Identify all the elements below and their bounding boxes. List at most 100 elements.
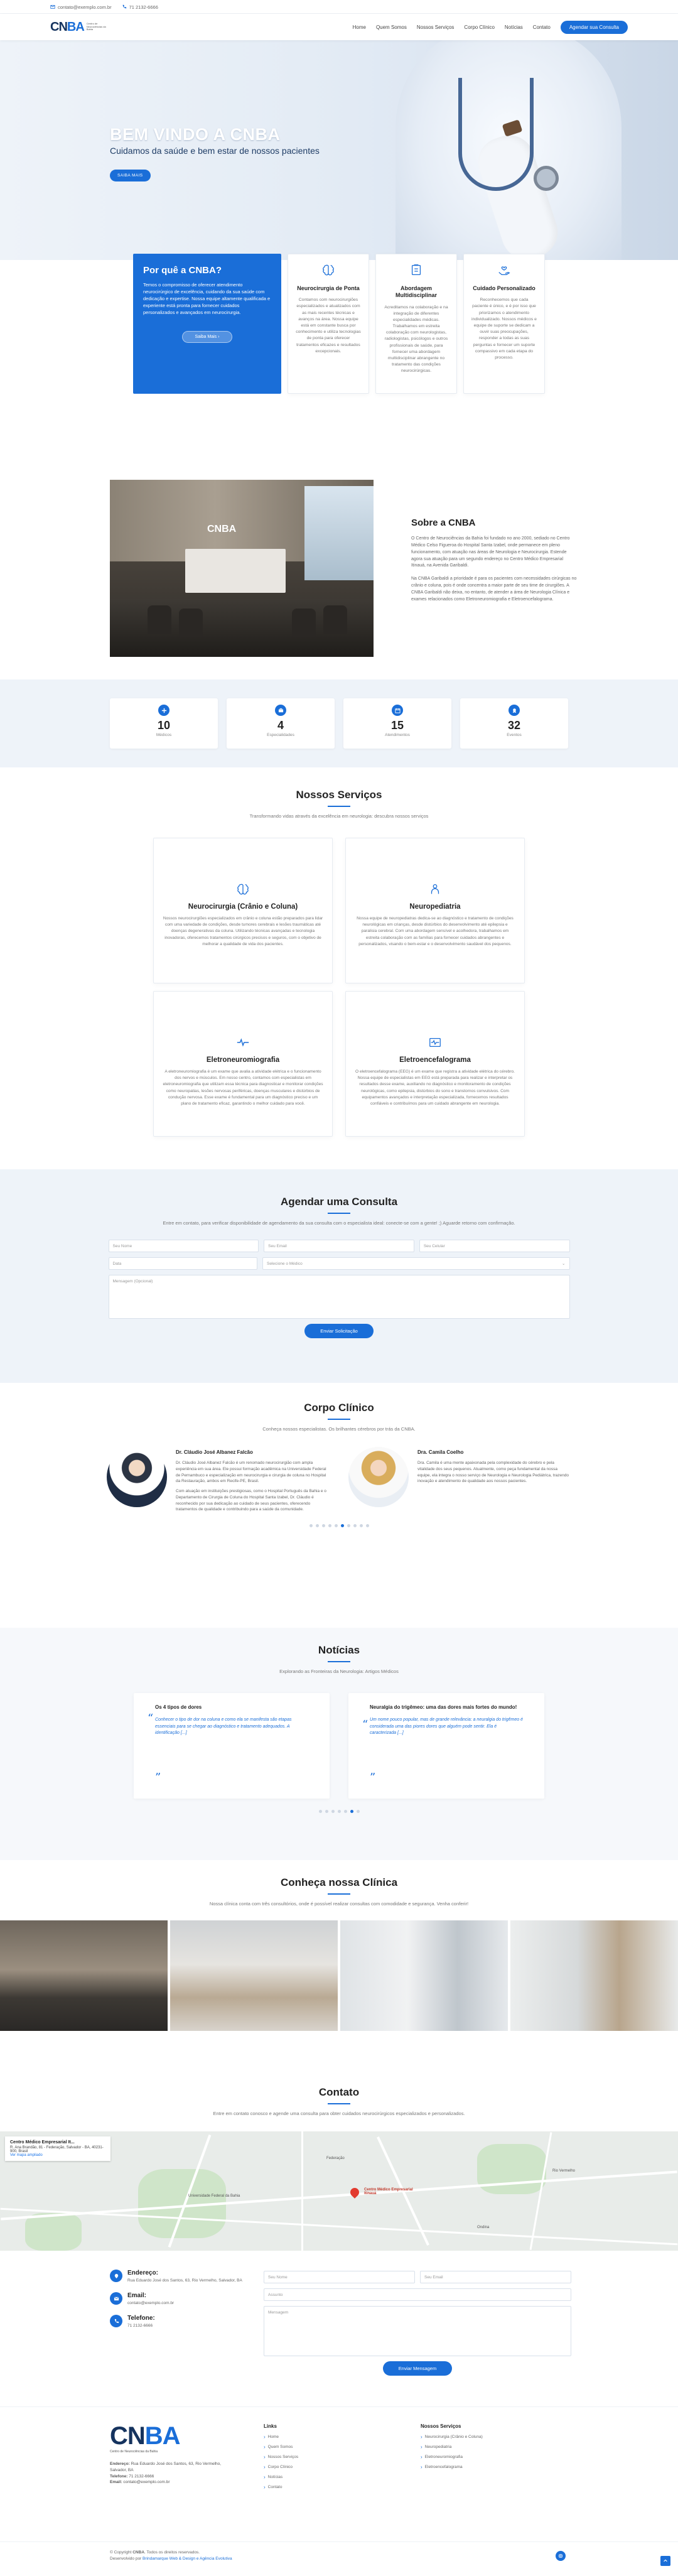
carousel-dot[interactable]	[331, 1810, 335, 1813]
nav-item-servicos[interactable]: Nossos Serviços	[417, 24, 455, 30]
carousel-dot[interactable]	[356, 1810, 360, 1813]
carousel-dot[interactable]	[337, 1810, 341, 1813]
clinic-photo[interactable]	[340, 1920, 508, 2031]
why-saiba-mais-button[interactable]: Saiba Mais ›	[182, 331, 232, 344]
contact-address: Endereço: Rua Eduardo José dos Santos, 63…	[110, 2270, 248, 2283]
doctor-avatar	[107, 1447, 167, 1507]
schedule-message-textarea[interactable]: Mensagem (Opcional)	[108, 1275, 570, 1319]
schedule-date-input[interactable]: Data	[108, 1257, 257, 1270]
topbar-phone[interactable]: 71 2132-6666	[122, 4, 158, 10]
map-label: Federação	[326, 2157, 345, 2160]
carousel-dot[interactable]	[353, 1524, 357, 1527]
service-card-eletroencefalograma[interactable]: Eletroencefalograma O eletroencefalogram…	[345, 991, 525, 1137]
schedule-name-input[interactable]: Seu Nome	[108, 1240, 259, 1252]
contact-name-input[interactable]: Seu Nome	[264, 2271, 415, 2283]
topbar-email[interactable]: contato@exemplo.com.br	[50, 4, 112, 10]
stat-atendimentos: 15 Atendimentos	[343, 698, 451, 749]
footer-logo[interactable]: CNBA	[110, 2423, 235, 2449]
map-pin-icon[interactable]	[348, 2186, 361, 2199]
email-text[interactable]: contato@exemplo.com.br	[127, 2300, 174, 2306]
news-subtitle: Explorando as Fronteiras da Neurologia: …	[279, 1669, 399, 1674]
carousel-dot[interactable]	[365, 1524, 369, 1527]
carousel-dot[interactable]	[309, 1524, 313, 1527]
services-subtitle: Transformando vidas através da excelênci…	[249, 813, 429, 819]
services-section: Nossos Serviços Transformando vidas atra…	[0, 767, 678, 1169]
carousel-dot[interactable]	[359, 1524, 363, 1527]
nav-item-corpo-clinico[interactable]: Corpo Clínico	[464, 24, 494, 30]
doctors-title: Corpo Clínico	[304, 1402, 374, 1414]
contact-subject-input[interactable]: Assunto	[264, 2288, 571, 2301]
clinic-photo[interactable]	[510, 1920, 678, 2031]
carousel-dot[interactable]	[347, 1524, 350, 1527]
carousel-dot[interactable]	[315, 1524, 319, 1527]
location-map[interactable]: Centro Médico Empresarial It... R. Ana B…	[0, 2131, 678, 2251]
nav-item-contato[interactable]: Contato	[533, 24, 551, 30]
footer-link[interactable]: Corpo Clínico	[264, 2464, 298, 2470]
title-divider	[328, 1213, 350, 1214]
footer-service-link[interactable]: Eletroneuromiografia	[421, 2454, 483, 2460]
map-info-card: Centro Médico Empresarial It... R. Ana B…	[5, 2136, 110, 2161]
quote-open-icon: “	[362, 1718, 369, 1731]
nav-item-noticias[interactable]: Notícias	[505, 24, 523, 30]
footer-link[interactable]: Notícias	[264, 2474, 298, 2480]
title-divider	[328, 1661, 350, 1662]
carousel-dot[interactable]	[321, 1524, 325, 1527]
reception-logo: CNBA	[207, 524, 237, 534]
why-section: Por quê a CNBA? Temos o compromisso de o…	[0, 254, 678, 442]
quote-close-icon: ”	[370, 1771, 376, 1784]
service-card-neurocirurgia[interactable]: Neurocirurgia (Crânio e Coluna) Nossos n…	[153, 838, 333, 983]
service-card-eletroneuromiografia[interactable]: Eletroneuromiografia A eletroneuromiogra…	[153, 991, 333, 1137]
schedule-email-input[interactable]: Seu Email	[264, 1240, 414, 1252]
footer-link[interactable]: Home	[264, 2434, 298, 2440]
services-title: Nossos Serviços	[296, 789, 382, 801]
carousel-dot-active[interactable]	[340, 1524, 344, 1527]
chevron-down-icon: ⌄	[562, 1262, 566, 1266]
developer-link[interactable]: Brindamarque Web & Design e Agência Evol…	[143, 2557, 232, 2561]
footer-service-link[interactable]: Neuropediatria	[421, 2444, 483, 2450]
contact-message-textarea[interactable]: Mensagem	[264, 2306, 571, 2356]
map-card-address: R. Ana Brandão, 81 - Federação, Salvador…	[10, 2146, 104, 2153]
clinic-photo[interactable]	[170, 1920, 338, 2031]
footer-link[interactable]: Contato	[264, 2484, 298, 2490]
phone-text[interactable]: 71 2132-6666	[127, 2323, 155, 2329]
service-title: Eletroneuromiografia	[206, 1056, 280, 1064]
doctors-section: Corpo Clínico Conheça nossos especialist…	[0, 1383, 678, 1628]
back-to-top-button[interactable]	[660, 2556, 670, 2566]
clinic-photo[interactable]	[0, 1920, 168, 2031]
instagram-icon[interactable]	[556, 2551, 566, 2561]
contact-email-input[interactable]: Seu Email	[420, 2271, 571, 2283]
why-card-text: Reconhecemos que cada paciente é único, …	[471, 298, 537, 360]
carousel-dot[interactable]	[328, 1524, 331, 1527]
contact-submit-button[interactable]: Enviar Mensagem	[383, 2361, 452, 2376]
why-card-title: Cuidado Personalizado	[473, 285, 535, 291]
footer-service-link[interactable]: Neurocirurgia (Crânio e Coluna)	[421, 2434, 483, 2440]
carousel-dot[interactable]	[325, 1810, 328, 1813]
footer-service-link[interactable]: Eletroencefalograma	[421, 2464, 483, 2470]
schedule-doctor-select[interactable]: Selecione o Médico ⌄	[262, 1257, 570, 1270]
schedule-submit-button[interactable]: Enviar Solicitação	[304, 1324, 374, 1338]
nav-item-quem-somos[interactable]: Quem Somos	[376, 24, 407, 30]
map-enlarge-link[interactable]: Ver mapa ampliado	[10, 2153, 43, 2157]
footer-link[interactable]: Nossos Serviços	[264, 2454, 298, 2460]
nav-item-home[interactable]: Home	[353, 24, 366, 30]
brand-logo[interactable]: CNBA Centro de Neurociências da Bahia	[50, 21, 110, 33]
stat-medicos: 10 Médicos	[110, 698, 218, 749]
carousel-dot[interactable]	[318, 1810, 322, 1813]
carousel-dot[interactable]	[334, 1524, 338, 1527]
contact-phone: Telefone: 71 2132-6666	[110, 2315, 248, 2329]
footer-link[interactable]: Quem Somos	[264, 2444, 298, 2450]
schedule-phone-input[interactable]: Seu Celular	[419, 1240, 570, 1252]
schedule-cta-button[interactable]: Agendar sua Consulta	[560, 20, 628, 34]
service-card-neuropediatria[interactable]: Neuropediatria Nossa equipe de neuropedi…	[345, 838, 525, 983]
news-post-card[interactable]: Neuralgia do trigêmeo: uma das dores mai…	[348, 1693, 544, 1799]
top-bar: contato@exemplo.com.br 71 2132-6666	[0, 0, 678, 14]
email-icon	[50, 5, 55, 9]
carousel-dot-active[interactable]	[350, 1810, 353, 1813]
carousel-dot[interactable]	[343, 1810, 347, 1813]
doctor-bio-1: Dr. Cláudio José Albanez Falcão é um ren…	[176, 1461, 326, 1484]
about-title: Sobre a CNBA	[411, 517, 476, 528]
news-post-card[interactable]: Os 4 tipos de dores “ Conhecer o tipo de…	[134, 1693, 330, 1799]
topbar-phone-text: 71 2132-6666	[129, 4, 158, 10]
hero-saiba-mais-button[interactable]: SAIBA MAIS	[110, 170, 151, 181]
contact-title: Contato	[318, 2086, 360, 2098]
